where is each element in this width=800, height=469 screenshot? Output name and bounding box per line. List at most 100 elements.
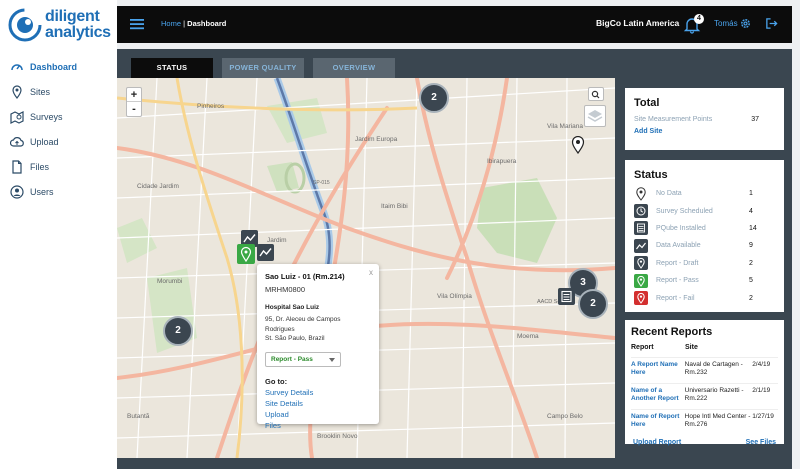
survey-details-link[interactable]: Survey Details	[265, 388, 371, 397]
pin-outline-icon	[636, 186, 646, 201]
status-value: 5	[749, 277, 753, 285]
menu-icon[interactable]	[129, 16, 145, 32]
map-label: Vila Olímpia	[437, 293, 472, 300]
status-row-data-available[interactable]: Data Available 9	[634, 237, 775, 254]
status-value: 9	[749, 242, 753, 250]
report-link[interactable]: A Report Name Here	[631, 361, 685, 377]
report-status-select[interactable]: Report - Pass	[265, 351, 341, 367]
sidebar-item-label: Sites	[30, 86, 51, 97]
report-date: 2/1/19	[752, 387, 771, 394]
status-row-report-pass[interactable]: Report - Pass 5	[634, 272, 775, 289]
gear-icon[interactable]	[739, 17, 752, 30]
status-value: 14	[749, 224, 757, 232]
table-row: Name of a Another Report Universario Raz…	[631, 383, 778, 403]
close-icon[interactable]: x	[369, 268, 373, 277]
popup-hospital: Hospital Sao Luiz	[265, 304, 320, 311]
status-row-survey-scheduled[interactable]: Survey Scheduled 4	[634, 202, 775, 219]
file-icon	[12, 159, 22, 174]
recent-reports-title: Recent Reports	[631, 326, 713, 338]
sidebar-item-upload[interactable]: Upload	[0, 129, 117, 154]
map-label: Campo Belo	[547, 413, 583, 420]
map-pin-icon	[12, 84, 22, 99]
map-label: Cidade Jardim	[137, 183, 179, 190]
map-label: Jardim	[267, 237, 287, 244]
status-row-report-draft[interactable]: Report - Draft 2	[634, 255, 775, 272]
popup-goto-label: Go to:	[265, 376, 288, 386]
status-card: Status No Data 1 Survey Scheduled 4 PQub…	[625, 160, 784, 312]
site-details-link[interactable]: Site Details	[265, 399, 371, 408]
site-popup: x Sao Luiz - 01 (Rm.214) MRHM0800 Hospit…	[257, 264, 379, 430]
search-icon	[591, 90, 600, 99]
report-site: Universario Razetti - Rm.222	[684, 387, 744, 402]
column-header-report: Report	[631, 344, 654, 351]
clock-icon	[634, 204, 648, 219]
status-row-no-data[interactable]: No Data 1	[634, 185, 775, 202]
sidebar-item-surveys[interactable]: Surveys	[0, 104, 117, 129]
logout-icon[interactable]	[765, 17, 778, 30]
upload-report-link[interactable]: Upload Report	[633, 439, 681, 446]
sidebar-item-files[interactable]: Files	[0, 154, 117, 179]
status-title: Status	[634, 169, 668, 181]
map-cluster[interactable]: 2	[419, 83, 449, 113]
see-files-link[interactable]: See Files	[746, 439, 776, 446]
map-marker-no-data[interactable]	[571, 136, 585, 154]
tab-power-quality[interactable]: POWER QUALITY	[222, 58, 304, 78]
status-value: 2	[749, 259, 753, 267]
survey-icon	[10, 110, 24, 124]
sidebar-item-label: Surveys	[30, 111, 63, 122]
tab-status[interactable]: STATUS	[131, 58, 213, 78]
status-label: Survey Scheduled	[656, 207, 713, 215]
popup-code: MRHM0800	[265, 285, 306, 294]
map-marker-report-pass[interactable]	[237, 244, 255, 264]
map-cluster[interactable]: 2	[163, 316, 193, 346]
logo-icon	[8, 8, 42, 42]
total-row: Site Measurement Points 37	[634, 116, 775, 123]
map-search-button[interactable]	[588, 87, 604, 101]
report-date: 1/27/19	[752, 413, 774, 420]
total-card: Total Site Measurement Points 37 Add Sit…	[625, 88, 784, 150]
report-link[interactable]: Name of a Another Report	[631, 387, 685, 403]
map-label: Itaim Bibi	[381, 203, 408, 210]
brand-line1: diligent	[45, 8, 100, 25]
zoom-out-button[interactable]: -	[127, 102, 141, 116]
report-link[interactable]: Name of Report Here	[631, 413, 685, 429]
total-value: 37	[751, 116, 759, 123]
status-label: No Data	[656, 190, 682, 198]
status-row-report-fail[interactable]: Report - Fail 2	[634, 289, 775, 306]
map-label: Vila Mariana	[547, 123, 583, 130]
report-site: Naval de Cartagen - Rm.232	[684, 361, 743, 376]
reports-table-header: Report Site	[631, 344, 778, 351]
popup-address: 95, Dr. Aleceu de Campos Rodrigues St. S…	[265, 315, 371, 344]
map-marker-data-available[interactable]	[257, 244, 274, 261]
company-name[interactable]: BigCo Latin America	[596, 18, 679, 28]
map-cluster[interactable]: 2	[578, 289, 608, 319]
tab-overview[interactable]: OVERVIEW	[313, 58, 395, 78]
breadcrumb-home[interactable]: Home	[161, 19, 181, 28]
pin-pass-icon	[634, 273, 648, 288]
files-link[interactable]: Files	[265, 421, 371, 430]
add-site-link[interactable]: Add Site	[634, 128, 775, 135]
zoom-in-button[interactable]: +	[127, 88, 141, 102]
status-value: 2	[749, 294, 753, 302]
sidebar-item-users[interactable]: Users	[0, 179, 117, 204]
map-label: Jardim Europa	[355, 136, 398, 143]
notification-badge: 4	[694, 14, 704, 24]
sidebar-item-sites[interactable]: Sites	[0, 79, 117, 104]
brand-line2: analytics	[45, 24, 111, 41]
map-layers-button[interactable]	[584, 105, 606, 127]
map-label: SP-015	[313, 180, 330, 186]
popup-address-line: St. São Paulo, Brazil	[265, 335, 325, 342]
upload-link[interactable]: Upload	[265, 410, 371, 419]
status-label: Data Available	[656, 242, 701, 250]
logo[interactable]: diligent analytics	[8, 8, 112, 42]
status-row-pqube-installed[interactable]: PQube Installed 14	[634, 220, 775, 237]
map-marker-pqube[interactable]	[558, 288, 575, 305]
table-row: Name of Report Here Hope Intl Med Center…	[631, 409, 778, 429]
popup-title: Sao Luiz - 01 (Rm.214)	[265, 272, 345, 281]
zoom-control: + -	[126, 87, 142, 117]
pin-draft-icon	[634, 256, 648, 271]
map-label: Ibirapuera	[487, 158, 517, 165]
sidebar-item-dashboard[interactable]: Dashboard	[0, 54, 117, 79]
user-name[interactable]: Tomás	[714, 19, 738, 28]
recent-reports-card: Recent Reports Report Site A Report Name…	[625, 320, 784, 446]
